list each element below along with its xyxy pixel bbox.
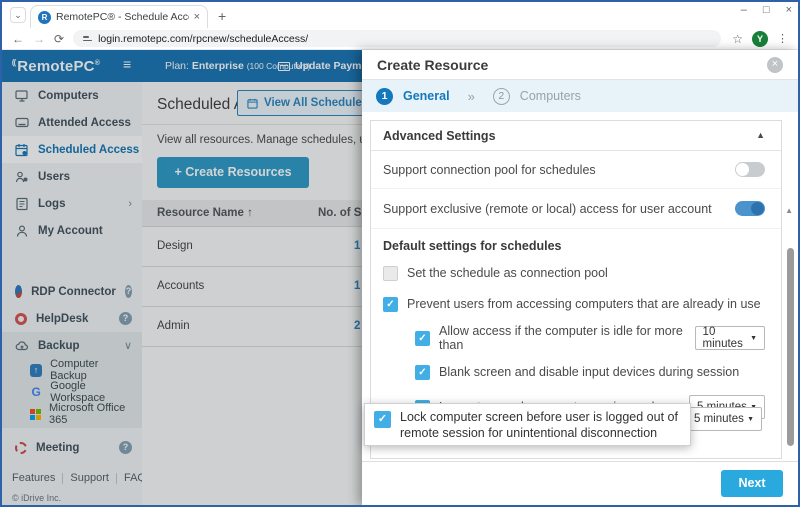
checkbox-unchecked[interactable] <box>383 266 398 281</box>
lock-minutes-dropdown[interactable]: 5 minutes ▼ <box>686 407 762 431</box>
favicon-icon: R <box>38 11 51 24</box>
step-1-badge: 1 <box>376 88 393 105</box>
close-icon[interactable]: × <box>767 57 783 73</box>
forward-icon[interactable]: → <box>33 32 45 46</box>
back-icon[interactable]: ← <box>12 32 24 46</box>
url-bar: ← → ⟳ login.remotepc.com/rpcnew/schedule… <box>2 28 798 50</box>
panel-title: Create Resource <box>377 57 488 73</box>
new-tab-button[interactable]: + <box>218 8 226 24</box>
profile-avatar[interactable]: Y <box>752 31 768 47</box>
reload-icon[interactable]: ⟳ <box>54 32 64 46</box>
modal-backdrop <box>2 50 362 505</box>
dropdown-caret-icon: ▼ <box>747 416 754 423</box>
checkbox-checked[interactable]: ✓ <box>415 331 430 346</box>
browser-tab[interactable]: R RemotePC® - Schedule Access × <box>30 5 208 28</box>
cb-row-prevent-access: ✓ Prevent users from accessing computers… <box>383 293 765 315</box>
maximize-button[interactable]: □ <box>763 4 770 16</box>
panel-footer: Next <box>362 461 798 505</box>
dropdown-caret-icon: ▼ <box>750 335 757 342</box>
advanced-settings-header[interactable]: Advanced Settings ▲ <box>371 121 781 151</box>
address-field[interactable]: login.remotepc.com/rpcnew/scheduleAccess… <box>73 30 721 47</box>
browser-menu-icon[interactable]: ⋮ <box>777 32 788 45</box>
step-indicator: 1 General » 2 Computers <box>362 80 798 112</box>
site-settings-icon[interactable] <box>83 34 92 43</box>
create-resource-panel: Create Resource × 1 General » 2 Computer… <box>362 50 798 505</box>
browser-window: ⌄ R RemotePC® - Schedule Access × + – □ … <box>0 0 800 507</box>
tab-search-icon[interactable]: ⌄ <box>10 7 26 23</box>
checkbox-checked[interactable]: ✓ <box>374 411 391 428</box>
cb-row-idle-access: ✓ Allow access if the computer is idle f… <box>415 324 765 352</box>
bookmark-star-icon[interactable]: ☆ <box>732 32 743 46</box>
scrollbar-thumb[interactable] <box>787 248 794 446</box>
panel-header: Create Resource × <box>362 50 798 80</box>
defaults-heading: Default settings for schedules <box>383 239 769 253</box>
cb-row-connection-pool: Set the schedule as connection pool <box>383 262 765 284</box>
tab-strip: ⌄ R RemotePC® - Schedule Access × + – □ … <box>2 2 798 28</box>
cb-row-blank-screen: ✓ Blank screen and disable input devices… <box>415 361 765 383</box>
scroll-up-arrow-icon[interactable]: ▲ <box>785 206 793 215</box>
minimize-button[interactable]: – <box>741 4 747 16</box>
toggle-off[interactable] <box>735 162 765 177</box>
step-1-label[interactable]: General <box>403 89 450 103</box>
panel-body: Advanced Settings ▲ Support connection p… <box>362 112 798 461</box>
tab-title: RemotePC® - Schedule Access <box>56 11 189 23</box>
checkbox-checked[interactable]: ✓ <box>415 365 430 380</box>
step-2-label[interactable]: Computers <box>520 89 581 103</box>
step-separator-icon: » <box>468 89 475 104</box>
next-button[interactable]: Next <box>721 470 783 497</box>
checkbox-checked[interactable]: ✓ <box>383 297 398 312</box>
collapse-arrow-icon[interactable]: ▲ <box>756 130 765 140</box>
url-text: login.remotepc.com/rpcnew/scheduleAccess… <box>98 33 308 45</box>
toggle-on[interactable] <box>735 201 765 216</box>
step-2-badge: 2 <box>493 88 510 105</box>
lock-screen-callout: ✓ Lock computer screen before user is lo… <box>364 403 691 446</box>
setting-connection-pool: Support connection pool for schedules <box>371 151 781 189</box>
close-window-button[interactable]: × <box>786 4 792 16</box>
idle-minutes-dropdown[interactable]: 10 minutes ▼ <box>695 326 765 350</box>
setting-exclusive-access: Support exclusive (remote or local) acce… <box>371 189 781 229</box>
tab-close-icon[interactable]: × <box>194 11 200 23</box>
